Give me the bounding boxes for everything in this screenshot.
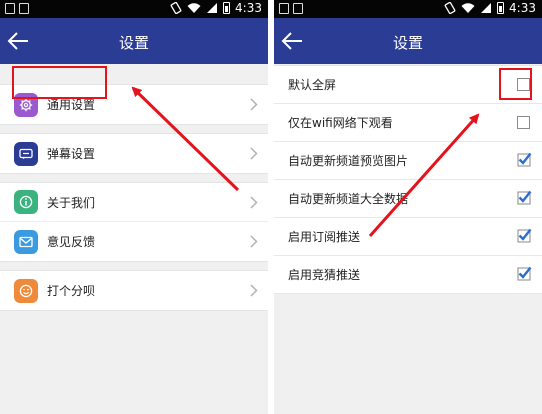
wifi-icon	[187, 2, 201, 13]
smiley-icon	[14, 278, 38, 303]
status-time: 4:33	[235, 1, 262, 15]
checkbox-checked-icon[interactable]	[516, 151, 532, 167]
setting-label: 自动更新频道预览图片	[288, 154, 409, 168]
nav-bar: 设置	[274, 18, 542, 64]
menu-item[interactable]: 弹幕设置	[0, 134, 268, 173]
download-notification-icon	[293, 3, 303, 14]
danmaku-icon	[14, 141, 38, 166]
menu-item[interactable]: 意见反馈	[0, 222, 268, 261]
page-title: 设置	[392, 34, 423, 52]
page-title: 设置	[118, 34, 149, 52]
download-notification-icon	[19, 3, 29, 14]
menu-item-label: 打个分呗	[47, 284, 96, 298]
battery-icon	[223, 2, 231, 14]
setting-row[interactable]: 启用竞猜推送	[274, 256, 542, 294]
menu-item[interactable]: 关于我们	[0, 183, 268, 222]
setting-row[interactable]: 自动更新频道大全数据	[274, 180, 542, 218]
setting-row[interactable]: 启用订阅推送	[274, 218, 542, 256]
checkbox-checked-icon[interactable]	[516, 189, 532, 205]
highlight-box-general-settings	[12, 66, 107, 99]
setting-label: 自动更新频道大全数据	[288, 192, 409, 206]
menu-item-label: 关于我们	[47, 195, 96, 210]
setting-row[interactable]: 自动更新频道预览图片	[274, 142, 542, 180]
highlight-box-fullscreen-checkbox	[499, 68, 532, 100]
info-icon	[14, 190, 38, 214]
setting-label: 默认全屏	[288, 78, 337, 92]
menu-item[interactable]: 打个分呗	[0, 271, 268, 310]
screen-rotation-icon	[170, 2, 182, 14]
right-phone-screen: 4:33 设置 默认全屏仅在wifi网络下观看自动更新频道预览图片 自动更新频道大…	[274, 0, 542, 414]
chevron-right-icon	[250, 235, 258, 248]
chevron-right-icon	[250, 147, 258, 160]
chevron-right-icon	[250, 98, 258, 111]
screen-rotation-icon	[444, 2, 456, 14]
settings-group: 弹幕设置	[0, 133, 268, 174]
status-bar: 4:33	[274, 0, 542, 18]
setting-row[interactable]: 仅在wifi网络下观看	[274, 104, 542, 142]
gallery-notification-icon	[5, 3, 15, 14]
chevron-right-icon	[250, 196, 258, 209]
status-bar: 4:33	[0, 0, 268, 18]
settings-group: 关于我们 意见反馈	[0, 182, 268, 262]
menu-item-label: 意见反馈	[47, 235, 96, 249]
battery-icon	[497, 2, 505, 14]
signal-icon	[481, 3, 492, 13]
checkbox-unchecked[interactable]	[517, 116, 530, 129]
setting-label: 启用竞猜推送	[288, 268, 361, 282]
checkbox-checked-icon[interactable]	[516, 227, 532, 243]
left-phone-screen: 4:33 设置 通用设置 弹幕设置 关于我们 意见反馈 打个分呗	[0, 0, 268, 414]
nav-bar: 设置	[0, 18, 268, 64]
menu-item-label: 弹幕设置	[47, 147, 96, 161]
wifi-icon	[461, 2, 475, 13]
chevron-right-icon	[250, 284, 258, 297]
settings-menu: 通用设置 弹幕设置 关于我们 意见反馈 打个分呗	[0, 64, 268, 311]
checkbox-checked-icon[interactable]	[516, 265, 532, 281]
setting-label: 仅在wifi网络下观看	[288, 116, 393, 130]
signal-icon	[207, 3, 218, 13]
setting-label: 启用订阅推送	[288, 230, 361, 244]
status-time: 4:33	[509, 1, 536, 15]
settings-group: 打个分呗	[0, 270, 268, 311]
mail-icon	[14, 229, 38, 254]
gallery-notification-icon	[279, 3, 289, 14]
